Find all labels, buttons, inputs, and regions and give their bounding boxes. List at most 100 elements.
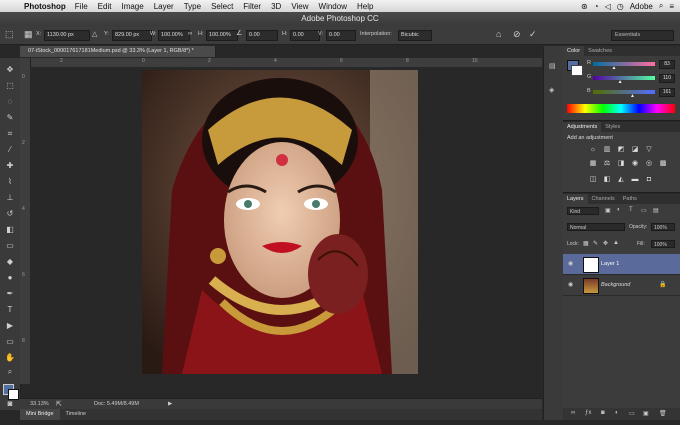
brush-tool-icon[interactable]: ⌇: [4, 176, 16, 187]
threshold-icon[interactable]: ◭: [617, 176, 625, 184]
menu-window[interactable]: Window: [319, 2, 347, 11]
crop-tool-icon[interactable]: ⌗: [4, 128, 16, 139]
gradient-tool-icon[interactable]: ▭: [4, 240, 16, 251]
tab-styles[interactable]: Styles: [601, 122, 624, 132]
menu-type[interactable]: Type: [184, 2, 201, 11]
adobe-menu[interactable]: Adobe: [630, 2, 653, 11]
interpolation-select[interactable]: Bicubic: [398, 30, 432, 41]
selective-color-icon[interactable]: ◘: [645, 176, 653, 184]
slider-marker-icon[interactable]: ▲: [630, 93, 635, 99]
lock-move-icon[interactable]: ✥: [603, 240, 608, 247]
menu-help[interactable]: Help: [357, 2, 373, 11]
filter-adjust-icon[interactable]: ◐: [617, 207, 621, 213]
photo-filter-icon[interactable]: ◉: [631, 160, 639, 168]
eyedropper-tool-icon[interactable]: ⁄: [4, 144, 16, 155]
move-tool-icon[interactable]: ✥: [4, 64, 16, 75]
stamp-tool-icon[interactable]: ⊥: [4, 192, 16, 203]
channel-g-value[interactable]: 110: [659, 74, 675, 83]
opacity-input[interactable]: 100%: [651, 223, 675, 231]
hskew-input[interactable]: 0.00: [290, 30, 320, 41]
status-icon[interactable]: ⊛: [581, 2, 588, 11]
brightness-icon[interactable]: ☼: [589, 146, 597, 154]
y-input[interactable]: 829.00 px: [112, 30, 152, 41]
wifi-icon[interactable]: ◔: [594, 2, 599, 11]
volume-icon[interactable]: ◁: [605, 2, 611, 11]
history-panel-icon[interactable]: ▤: [549, 62, 558, 71]
vibrance-icon[interactable]: ▽: [645, 146, 653, 154]
new-group-icon[interactable]: ▭: [629, 410, 635, 417]
marquee-tool-icon[interactable]: ⬚: [4, 80, 16, 91]
layer-filter-kind[interactable]: Kind: [567, 207, 599, 215]
healing-tool-icon[interactable]: ✚: [4, 160, 16, 171]
color-balance-icon[interactable]: ⚖: [603, 160, 611, 168]
channel-b-value[interactable]: 161: [659, 88, 675, 97]
vskew-input[interactable]: 0.00: [326, 30, 356, 41]
tool-preset-icon[interactable]: ⬚: [5, 29, 14, 40]
workspace-select[interactable]: Essentials: [611, 30, 674, 41]
tab-layers[interactable]: Layers: [563, 194, 588, 204]
layer-name[interactable]: Layer 1: [601, 254, 619, 274]
path-select-tool-icon[interactable]: ▶: [4, 320, 16, 331]
clock-icon[interactable]: ◷: [617, 2, 624, 11]
app-menu[interactable]: Photoshop: [24, 2, 66, 11]
commit-transform-icon[interactable]: ✓: [529, 29, 537, 40]
quick-mask-icon[interactable]: ◙: [4, 398, 16, 409]
layer-name[interactable]: Background: [601, 275, 630, 295]
lock-pixels-icon[interactable]: ▦: [583, 240, 589, 247]
shape-tool-icon[interactable]: ▭: [4, 336, 16, 347]
link-layers-icon[interactable]: ∞: [571, 410, 575, 416]
menu-select[interactable]: Select: [211, 2, 233, 11]
fx-icon[interactable]: ƒx: [585, 410, 591, 416]
menu-edit[interactable]: Edit: [98, 2, 112, 11]
exposure-icon[interactable]: ◪: [631, 146, 639, 154]
channel-r-slider[interactable]: ▲: [593, 62, 655, 71]
visibility-eye-icon[interactable]: ◉: [568, 275, 573, 295]
reference-point-icon[interactable]: ▦: [24, 29, 33, 40]
x-input[interactable]: 1130.00 px: [44, 30, 90, 41]
hue-sat-icon[interactable]: ▦: [589, 160, 597, 168]
visibility-eye-icon[interactable]: ◉: [568, 254, 573, 274]
list-icon[interactable]: ≡: [669, 2, 674, 11]
cancel-transform-icon[interactable]: ⊘: [513, 29, 521, 40]
slider-marker-icon[interactable]: ▲: [611, 65, 616, 71]
layer-row-background[interactable]: ◉ Background 🔒: [563, 275, 680, 296]
bg-color-swatch[interactable]: [571, 65, 583, 76]
tab-adjustments[interactable]: Adjustments: [563, 122, 602, 132]
pen-tool-icon[interactable]: ✒: [4, 288, 16, 299]
angle-input[interactable]: 0.00: [246, 30, 278, 41]
history-brush-icon[interactable]: ↺: [4, 208, 16, 219]
filter-shape-icon[interactable]: ▭: [641, 207, 647, 214]
layer-row-layer-1[interactable]: ◉ Layer 1: [563, 254, 680, 275]
type-tool-icon[interactable]: T: [4, 304, 16, 315]
add-mask-icon[interactable]: ◙: [601, 410, 605, 416]
new-layer-icon[interactable]: ▣: [643, 410, 649, 417]
delete-layer-icon[interactable]: 🗑: [659, 410, 667, 417]
menu-image[interactable]: Image: [121, 2, 143, 11]
levels-icon[interactable]: ▥: [603, 146, 611, 154]
warp-icon[interactable]: ⌂: [496, 29, 501, 39]
lock-paint-icon[interactable]: ✎: [593, 240, 598, 247]
menu-filter[interactable]: Filter: [243, 2, 261, 11]
h-input[interactable]: 100.00%: [206, 30, 238, 41]
tab-channels[interactable]: Channels: [588, 194, 619, 204]
channel-b-slider[interactable]: ▲: [593, 90, 655, 99]
eraser-tool-icon[interactable]: ◧: [4, 224, 16, 235]
channel-g-slider[interactable]: ▲: [593, 76, 655, 85]
menu-layer[interactable]: Layer: [154, 2, 174, 11]
lock-all-icon[interactable]: ▲: [613, 240, 619, 246]
dodge-tool-icon[interactable]: ●: [4, 272, 16, 283]
tab-mini-bridge[interactable]: Mini Bridge: [20, 409, 60, 420]
properties-panel-icon[interactable]: ◈: [549, 86, 558, 95]
color-spectrum-bar[interactable]: [567, 104, 675, 113]
tab-timeline[interactable]: Timeline: [60, 409, 93, 420]
zoom-tool-icon[interactable]: ⌕: [4, 366, 16, 377]
tab-paths[interactable]: Paths: [619, 194, 641, 204]
quick-select-tool-icon[interactable]: ✎: [4, 112, 16, 123]
tab-swatches[interactable]: Swatches: [584, 46, 616, 56]
slider-marker-icon[interactable]: ▲: [618, 79, 623, 85]
fill-input[interactable]: 100%: [651, 240, 675, 248]
new-adjustment-icon[interactable]: ◐: [615, 410, 619, 416]
gradient-map-icon[interactable]: ▬: [631, 176, 639, 184]
link-icon[interactable]: ∞: [188, 31, 192, 37]
channel-r-value[interactable]: 83: [659, 60, 675, 69]
